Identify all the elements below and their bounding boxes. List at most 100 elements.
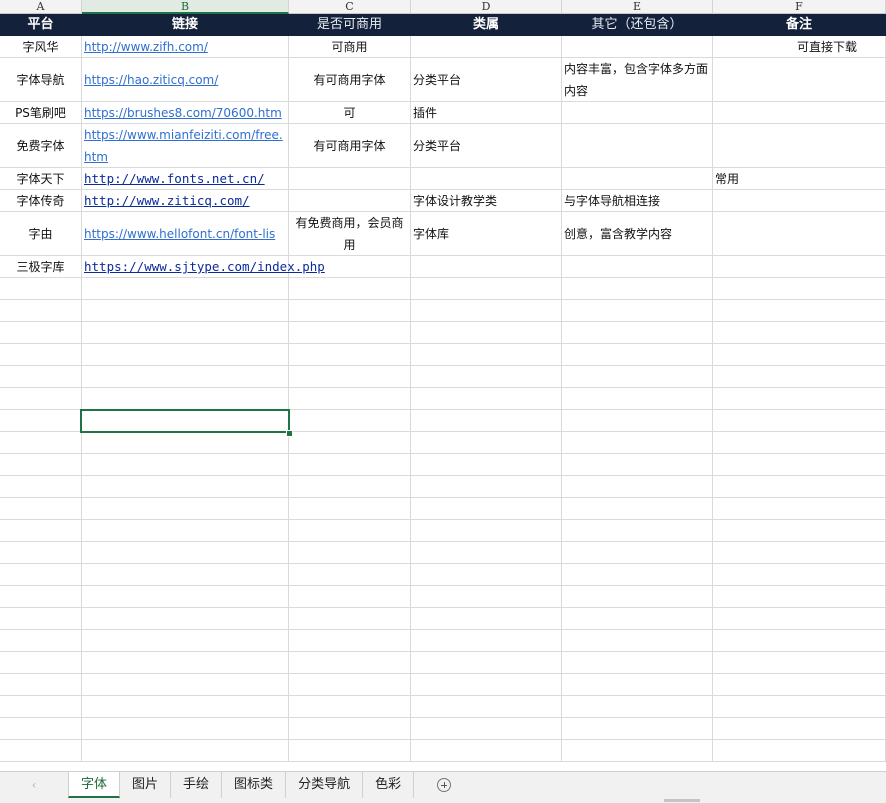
cell-notes[interactable]	[713, 212, 886, 256]
empty-cell[interactable]	[0, 586, 82, 608]
cell-platform[interactable]: 字风华	[0, 36, 82, 58]
header-cell-platform[interactable]: 平台	[0, 14, 82, 36]
empty-cell[interactable]	[713, 696, 886, 718]
empty-cell[interactable]	[289, 300, 411, 322]
empty-cell[interactable]	[713, 586, 886, 608]
empty-cell[interactable]	[0, 542, 82, 564]
cell-link[interactable]: https://www.mianfeiziti.com/free.htm	[82, 124, 289, 168]
empty-cell[interactable]	[562, 322, 713, 344]
cell-category[interactable]	[411, 256, 562, 278]
empty-cell[interactable]	[713, 520, 886, 542]
link[interactable]: https://brushes8.com/70600.htm	[84, 106, 282, 120]
empty-cell[interactable]	[0, 300, 82, 322]
empty-cell[interactable]	[562, 564, 713, 586]
sheet-tab-fonts[interactable]: 字体	[68, 772, 121, 798]
empty-cell[interactable]	[411, 520, 562, 542]
empty-cell[interactable]	[411, 696, 562, 718]
empty-cell[interactable]	[289, 652, 411, 674]
cell-other[interactable]: 与字体导航相连接	[562, 190, 713, 212]
empty-cell[interactable]	[411, 366, 562, 388]
sheet-nav-left[interactable]: ‹	[0, 772, 68, 798]
empty-cell[interactable]	[0, 564, 82, 586]
link[interactable]: https://www.sjtype.com/index.php	[84, 259, 325, 274]
header-cell-notes[interactable]: 备注	[713, 14, 886, 36]
cell-other[interactable]: 内容丰富，包含字体多方面内容	[562, 58, 713, 102]
cell-commercial[interactable]: 有可商用字体	[289, 124, 411, 168]
empty-cell[interactable]	[289, 696, 411, 718]
link[interactable]: https://hao.ziticq.com/	[84, 73, 218, 87]
cell-commercial[interactable]: 有可商用字体	[289, 58, 411, 102]
cell-link[interactable]: http://www.ziticq.com/	[82, 190, 289, 212]
cell-commercial[interactable]: 可	[289, 102, 411, 124]
empty-cell[interactable]	[411, 652, 562, 674]
empty-cell[interactable]	[713, 498, 886, 520]
empty-cell[interactable]	[411, 564, 562, 586]
cell-other[interactable]	[562, 124, 713, 168]
empty-cell[interactable]	[289, 366, 411, 388]
empty-cell[interactable]	[0, 696, 82, 718]
cell-link[interactable]: https://www.sjtype.com/index.php	[82, 256, 325, 278]
empty-cell[interactable]	[289, 410, 411, 432]
cell-link[interactable]: http://www.fonts.net.cn/	[82, 168, 289, 190]
empty-cell[interactable]	[411, 740, 562, 762]
empty-cell[interactable]	[289, 608, 411, 630]
cell-platform[interactable]: PS笔刷吧	[0, 102, 82, 124]
header-cell-other[interactable]: 其它（还包含）	[562, 14, 713, 36]
empty-cell[interactable]	[562, 278, 713, 300]
empty-cell[interactable]	[289, 388, 411, 410]
empty-cell[interactable]	[0, 454, 82, 476]
empty-cell[interactable]	[713, 608, 886, 630]
empty-cell[interactable]	[562, 674, 713, 696]
cell-link[interactable]: https://hao.ziticq.com/	[82, 58, 289, 102]
empty-cell[interactable]	[411, 278, 562, 300]
cell-notes[interactable]	[713, 58, 886, 102]
add-sheet-button[interactable]	[414, 772, 474, 798]
column-header-e[interactable]: E	[562, 0, 713, 14]
empty-cell[interactable]	[411, 674, 562, 696]
sheet-tab-icons[interactable]: 图标类	[222, 772, 287, 798]
empty-cell[interactable]	[411, 608, 562, 630]
empty-cell[interactable]	[411, 630, 562, 652]
sheet-tab-colors[interactable]: 色彩	[363, 772, 415, 798]
empty-cell[interactable]	[713, 366, 886, 388]
empty-cell[interactable]	[0, 630, 82, 652]
empty-cell[interactable]	[411, 454, 562, 476]
sheet-tab-category-nav[interactable]: 分类导航	[286, 772, 364, 798]
empty-cell[interactable]	[82, 366, 289, 388]
empty-cell[interactable]	[713, 388, 886, 410]
cell-other[interactable]	[562, 256, 713, 278]
empty-cell[interactable]	[562, 432, 713, 454]
empty-cell[interactable]	[82, 674, 289, 696]
empty-cell[interactable]	[0, 498, 82, 520]
empty-cell[interactable]	[562, 630, 713, 652]
empty-cell[interactable]	[411, 586, 562, 608]
empty-cell[interactable]	[82, 476, 289, 498]
empty-cell[interactable]	[713, 674, 886, 696]
empty-cell[interactable]	[0, 366, 82, 388]
empty-cell[interactable]	[0, 410, 82, 432]
empty-cell[interactable]	[411, 498, 562, 520]
empty-cell[interactable]	[82, 542, 289, 564]
cell-notes[interactable]	[713, 102, 886, 124]
empty-cell[interactable]	[0, 520, 82, 542]
cell-category[interactable]	[411, 168, 562, 190]
empty-cell[interactable]	[411, 542, 562, 564]
empty-cell[interactable]	[713, 344, 886, 366]
cell-notes[interactable]: 常用	[713, 168, 886, 190]
empty-cell[interactable]	[562, 388, 713, 410]
empty-cell[interactable]	[0, 344, 82, 366]
empty-cell[interactable]	[713, 454, 886, 476]
link[interactable]: https://www.hellofont.cn/font-lis	[84, 227, 275, 241]
empty-cell[interactable]	[82, 300, 289, 322]
empty-cell[interactable]	[562, 300, 713, 322]
link[interactable]: https://www.mianfeiziti.com/free.htm	[84, 128, 283, 164]
cell-category[interactable]: 分类平台	[411, 124, 562, 168]
cell-other[interactable]: 创意，富含教学内容	[562, 212, 713, 256]
link[interactable]: http://www.fonts.net.cn/	[84, 171, 265, 186]
empty-cell[interactable]	[289, 520, 411, 542]
empty-cell[interactable]	[411, 388, 562, 410]
cell-notes[interactable]	[713, 190, 886, 212]
empty-cell[interactable]	[289, 454, 411, 476]
cell-platform[interactable]: 三极字库	[0, 256, 82, 278]
empty-cell[interactable]	[82, 740, 289, 762]
